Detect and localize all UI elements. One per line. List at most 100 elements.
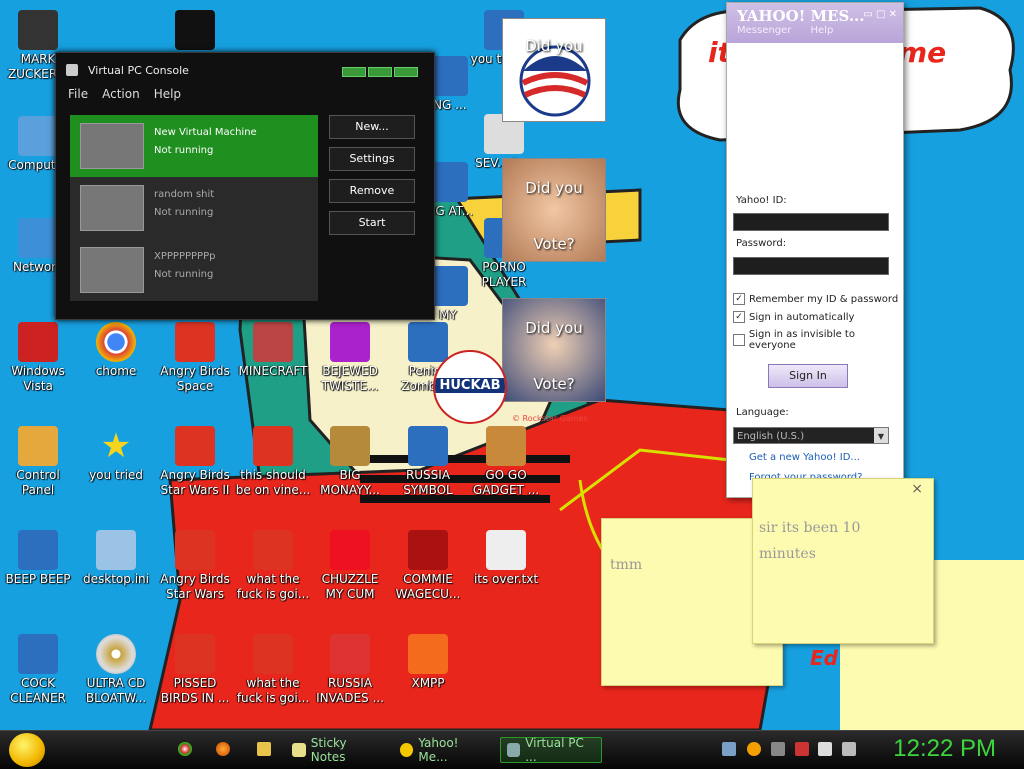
desktop-icon-vista[interactable]: Windows Vista bbox=[0, 318, 76, 394]
hillary-tile[interactable]: Did you Vote? bbox=[502, 298, 606, 402]
sticky-note-text[interactable]: sir its been 10 minutes bbox=[759, 515, 919, 567]
get-new-id-link[interactable]: Get a new Yahoo! ID... bbox=[749, 452, 860, 463]
mccain-tile[interactable]: Did you Vote? bbox=[502, 158, 606, 262]
password-input[interactable] bbox=[733, 257, 889, 275]
desktop-icon-angrysw[interactable]: Angry Birds Star Wars bbox=[157, 526, 233, 602]
language-label: Language: bbox=[736, 407, 789, 418]
start-orb-icon[interactable] bbox=[9, 733, 45, 767]
person-icon bbox=[18, 10, 58, 50]
yahoo-window-controls: ▭ □ ✕ bbox=[863, 9, 897, 20]
firefox-icon[interactable] bbox=[216, 742, 230, 756]
tray-alert-icon[interactable] bbox=[795, 742, 809, 756]
vpc-maximize-button[interactable] bbox=[368, 67, 392, 77]
tray-display-icon[interactable] bbox=[818, 742, 832, 756]
desktop-icon-desktopini[interactable]: desktop.ini bbox=[78, 526, 154, 587]
chrome-icon[interactable] bbox=[178, 742, 192, 756]
tray-network-icon[interactable] bbox=[722, 742, 736, 756]
desktop-icon-russia[interactable]: RUSSIA SYMBOL bbox=[390, 422, 466, 498]
volume-icon[interactable] bbox=[842, 742, 856, 756]
checkbox-unchecked-icon bbox=[733, 334, 745, 346]
desktop-icon-chrome[interactable]: chome bbox=[78, 318, 154, 379]
folder-icon[interactable] bbox=[257, 742, 271, 756]
desktop-icon-gadget[interactable]: GO GO GADGET ... bbox=[468, 422, 544, 498]
sticky-close-icon[interactable]: × bbox=[911, 481, 923, 497]
virtual-pc-icon bbox=[507, 743, 521, 757]
desktop-icon-vine[interactable]: this should be on vine... bbox=[235, 422, 311, 498]
desktop-icon-youtried[interactable]: ★ you tried bbox=[78, 422, 154, 483]
desktop-icon-bejeweled[interactable]: BEJEWED TWISTE... bbox=[312, 318, 388, 394]
desktop-icon-pissed[interactable]: PISSED BIRDS IN ... bbox=[157, 630, 233, 706]
new-vm-button[interactable]: New... bbox=[329, 115, 415, 139]
menu-messenger[interactable]: Messenger bbox=[737, 25, 791, 36]
yahoo-id-input[interactable] bbox=[733, 213, 889, 231]
desktop-icon-label: RUSSIA INVADES ... bbox=[316, 676, 384, 705]
vm-list: New Virtual Machine Not running random s… bbox=[70, 115, 318, 301]
yahoo-title-bar[interactable]: YAHOO! MES... Messenger Help ▭ □ ✕ bbox=[727, 3, 903, 43]
maximize-icon[interactable]: □ bbox=[876, 9, 885, 20]
taskbar-item-sticky-notes[interactable]: Sticky Notes bbox=[286, 736, 390, 764]
remove-button[interactable]: Remove bbox=[329, 179, 415, 203]
vm-name: XPPPPPPPPp bbox=[154, 251, 216, 262]
sticky-note-text[interactable]: tmm bbox=[610, 557, 642, 573]
invisible-checkbox[interactable]: Sign in as invisible to everyone bbox=[733, 329, 903, 351]
desktop-icon-commie[interactable]: COMMIE WAGECU... bbox=[390, 526, 466, 602]
auto-signin-checkbox[interactable]: ✓ Sign in automatically bbox=[733, 311, 854, 323]
minimize-icon[interactable]: ▭ bbox=[863, 9, 872, 20]
desktop-icon-whatfuck1[interactable]: what the fuck is goi... bbox=[235, 526, 311, 602]
obama-tile[interactable]: Did you bbox=[502, 18, 606, 122]
desktop-icon-russiainv[interactable]: RUSSIA INVADES ... bbox=[312, 630, 388, 706]
desktop-icon-angrysw2[interactable]: Angry Birds Star Wars II bbox=[157, 422, 233, 498]
taskbar-item-yahoo[interactable]: Yahoo! Me... bbox=[394, 736, 494, 764]
menu-file[interactable]: File bbox=[68, 87, 88, 107]
desktop-icon-itsover[interactable]: its over.txt bbox=[468, 526, 544, 587]
desktop-icon-angryspace[interactable]: Angry Birds Space bbox=[157, 318, 233, 394]
desktop-icon-ultracd[interactable]: ULTRA CD BLOATW... bbox=[78, 630, 154, 706]
vm-thumbnail bbox=[80, 247, 144, 293]
vpc-close-button[interactable] bbox=[394, 67, 418, 77]
vm-item[interactable]: random shit Not running bbox=[70, 177, 318, 239]
vpc-button-panel: New... Settings Remove Start bbox=[329, 115, 415, 243]
tray-power-icon[interactable] bbox=[771, 742, 785, 756]
yahoo-messenger-window[interactable]: YAHOO! MES... Messenger Help ▭ □ ✕ Yahoo… bbox=[726, 2, 904, 498]
desktop-icon-label: what the fuck is goi... bbox=[236, 676, 310, 705]
vm-item[interactable]: XPPPPPPPPp Not running bbox=[70, 239, 318, 301]
desktop-icon-whatfuck2[interactable]: what the fuck is goi... bbox=[235, 630, 311, 706]
desktop-icon-cmd[interactable] bbox=[157, 6, 233, 52]
desktop-icon-minecraft[interactable]: MINECRAFT bbox=[235, 318, 311, 379]
taskbar-item-virtual-pc[interactable]: Virtual PC ... bbox=[500, 736, 602, 764]
desktop-icon-xmpp[interactable]: XMPP bbox=[390, 630, 466, 691]
eagle-icon bbox=[408, 530, 448, 570]
desktop-icon-label: COMMIE WAGECU... bbox=[395, 572, 461, 601]
menu-action[interactable]: Action bbox=[102, 87, 140, 107]
vpc-minimize-button[interactable] bbox=[342, 67, 366, 77]
hillary-tile-text2: Vote? bbox=[533, 375, 575, 393]
desktop-icon-cockcleaner[interactable]: COCK CLEANER bbox=[0, 630, 76, 706]
vm-thumbnail bbox=[80, 185, 144, 231]
menu-help[interactable]: Help bbox=[154, 87, 181, 107]
desktop-icon-money[interactable]: BIG MONAYY... bbox=[312, 422, 388, 498]
tray-search-icon[interactable] bbox=[747, 742, 761, 756]
vm-item[interactable]: New Virtual Machine Not running bbox=[70, 115, 318, 177]
remember-checkbox[interactable]: ✓ Remember my ID & password bbox=[733, 293, 898, 305]
desktop-icon-beep[interactable]: BEEP BEEP bbox=[0, 526, 76, 587]
briefcase-icon bbox=[486, 426, 526, 466]
desktop-icon-chuzzle[interactable]: CHUZZLE MY CUM bbox=[312, 526, 388, 602]
huckabee-badge[interactable]: HUCKAB bbox=[433, 350, 507, 424]
start-button[interactable]: Start bbox=[329, 211, 415, 235]
desktop-icon-control[interactable]: Control Panel bbox=[0, 422, 76, 498]
settings-button[interactable]: Settings bbox=[329, 147, 415, 171]
app-icon bbox=[18, 634, 58, 674]
sign-in-button[interactable]: Sign In bbox=[768, 364, 848, 388]
checkbox-checked-icon: ✓ bbox=[733, 293, 745, 305]
taskbar-clock[interactable]: 12:22 PM bbox=[893, 735, 996, 763]
vpc-window-icon bbox=[66, 64, 78, 76]
taskbar: Sticky Notes Yahoo! Me... Virtual PC ...… bbox=[0, 730, 1024, 769]
language-select[interactable]: English (U.S.) ▼ bbox=[733, 427, 889, 444]
money-bag-icon bbox=[330, 426, 370, 466]
sticky-note-2[interactable]: × sir its been 10 minutes bbox=[752, 478, 934, 644]
menu-help[interactable]: Help bbox=[811, 25, 834, 36]
virtual-pc-console-window[interactable]: Virtual PC Console File Action Help New … bbox=[55, 52, 435, 320]
close-icon[interactable]: ✕ bbox=[889, 9, 897, 20]
desktop-icon-label: this should be on vine... bbox=[235, 468, 311, 497]
sticky-notes-icon bbox=[292, 743, 306, 757]
